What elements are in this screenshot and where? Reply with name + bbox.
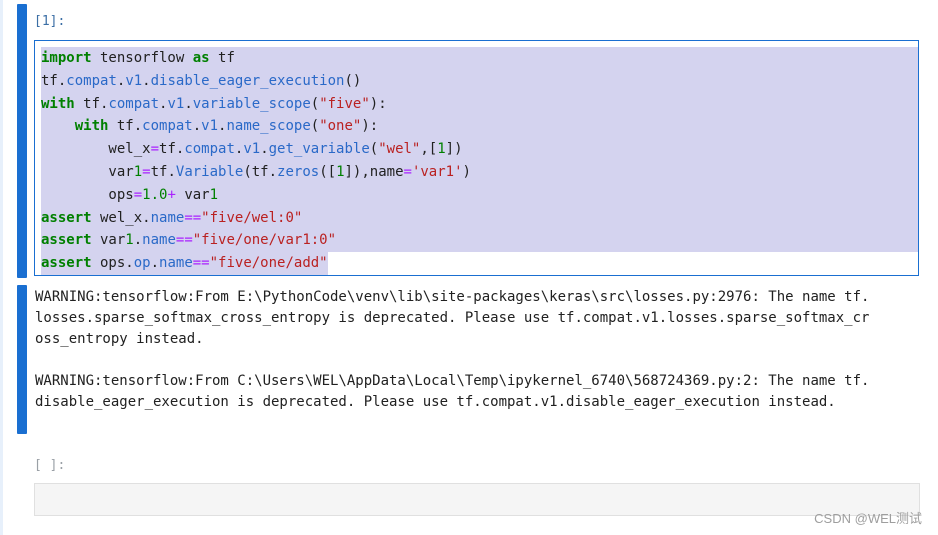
code-line: assert var1.name=="five/one/var1:0" xyxy=(41,229,918,253)
code-line-text: with tf.compat.v1.variable_scope("five")… xyxy=(41,92,918,116)
code-lines: import tensorflow as tf tf.compat.v1.disa… xyxy=(41,47,918,275)
watermark: CSDN @WEL测试 xyxy=(814,511,922,526)
empty-code-editor[interactable] xyxy=(34,483,920,516)
output-line: disable_eager_execution is deprecated. P… xyxy=(35,394,836,410)
output-line: losses.sparse_softmax_cross_entropy is d… xyxy=(35,310,870,326)
code-line-text: wel_x=tf.compat.v1.get_variable("wel",[1… xyxy=(41,138,918,161)
code-line-text: var1=tf.Variable(tf.zeros([1]),name='var… xyxy=(41,160,918,184)
code-line: ops=1.0+ var1 xyxy=(41,183,918,207)
left-gutter xyxy=(0,0,3,535)
code-line: with tf.compat.v1.variable_scope("five")… xyxy=(41,92,918,116)
code-line: import tensorflow as tf xyxy=(41,47,918,70)
code-editor[interactable]: import tensorflow as tf tf.compat.v1.disa… xyxy=(34,40,919,276)
code-line: assert ops.op.name=="five/one/add" xyxy=(41,252,918,275)
cell-output: WARNING:tensorflow:From E:\PythonCode\ve… xyxy=(35,287,925,413)
output-line: oss_entropy instead. xyxy=(35,331,204,347)
output-line: WARNING:tensorflow:From C:\Users\WEL\App… xyxy=(35,373,870,389)
code-line-text: assert ops.op.name=="five/one/add" xyxy=(41,252,328,275)
code-line: var1=tf.Variable(tf.zeros([1]),name='var… xyxy=(41,160,918,184)
code-line-text: assert wel_x.name=="five/wel:0" xyxy=(41,206,918,230)
code-line: wel_x=tf.compat.v1.get_variable("wel",[1… xyxy=(41,138,918,161)
code-line-text: with tf.compat.v1.name_scope("one"): xyxy=(41,115,918,139)
code-line-text: ops=1.0+ var1 xyxy=(41,183,918,207)
output-line: WARNING:tensorflow:From E:\PythonCode\ve… xyxy=(35,289,870,305)
code-line-text: tf.compat.v1.disable_eager_execution() xyxy=(41,69,918,93)
active-cell-indicator[interactable] xyxy=(17,4,27,278)
cell-prompt-empty: [ ]: xyxy=(34,458,66,473)
code-line: tf.compat.v1.disable_eager_execution() xyxy=(41,69,918,93)
code-line: with tf.compat.v1.name_scope("one"): xyxy=(41,115,918,139)
output-collapser[interactable] xyxy=(17,285,27,434)
code-line-text: import tensorflow as tf xyxy=(41,47,918,70)
code-line: assert wel_x.name=="five/wel:0" xyxy=(41,206,918,230)
code-line-text: assert var1.name=="five/one/var1:0" xyxy=(41,229,918,253)
cell-prompt: [1]: xyxy=(34,14,66,29)
